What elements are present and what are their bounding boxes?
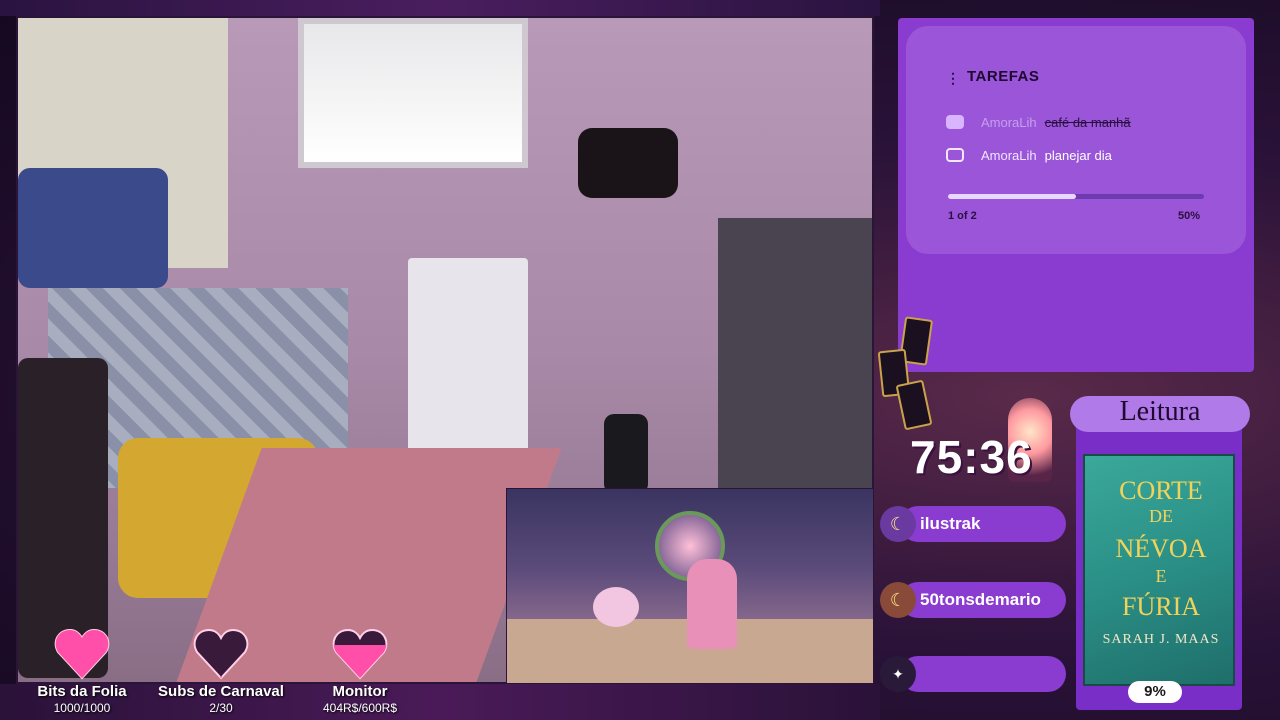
reading-progress-badge: 9%: [1128, 681, 1182, 703]
tarot-cards-icon: ✦: [880, 656, 916, 692]
book-author: SARAH J. MAAS: [1102, 632, 1220, 647]
overlay-top-border: [0, 0, 880, 16]
chat-username: 50tonsdemario: [920, 590, 1041, 609]
task-item[interactable]: AmoraLih planejar dia: [946, 145, 1112, 165]
reading-title: Leitura: [1119, 396, 1201, 427]
shelf-cart: [408, 258, 528, 458]
heart-fill: [333, 645, 387, 678]
tasks-progress-count: 1 of 2: [948, 210, 977, 222]
heart-goal-icon: [193, 628, 249, 680]
goal-label: Monitor: [332, 683, 388, 700]
plush-bunny: [593, 587, 639, 627]
task-text: café da manhã: [1044, 114, 1131, 130]
goal-label: Subs de Carnaval: [158, 683, 284, 700]
pillow-blue: [18, 168, 168, 288]
tasks-progress-fill: [948, 194, 1076, 199]
tasks-title: TAREFAS: [967, 68, 1040, 85]
book-title-line: DE: [1149, 506, 1173, 526]
microphone: [578, 128, 678, 198]
task-user: AmoraLih: [981, 147, 1037, 163]
checkbox-checked-icon[interactable]: [946, 115, 964, 129]
lofi-girl: [687, 559, 737, 649]
task-text: planejar dia: [1044, 147, 1112, 163]
speaker: [604, 414, 648, 494]
book-cover: CORTE DE NÉVOA E FÚRIA SARAH J. MAAS: [1083, 454, 1235, 686]
book-title-line: E: [1155, 566, 1167, 586]
coffee-moon-icon: ☾: [880, 582, 916, 618]
chat-pill: ✦: [880, 656, 1066, 692]
chat-pill: ☾ ilustrak: [880, 506, 1066, 542]
moon-icon: ☾: [880, 506, 916, 542]
task-user: AmoraLih: [981, 114, 1037, 130]
task-item[interactable]: AmoraLih café da manhã: [946, 112, 1131, 132]
goal-value: 1000/1000: [53, 701, 111, 715]
heart-goal-icon: [332, 628, 388, 680]
heart-goal-icon: [54, 628, 110, 680]
book-title-line: NÉVOA: [1115, 534, 1207, 563]
goal-label: Bits da Folia: [37, 683, 127, 700]
chat-pill: ☾ 50tonsdemario: [880, 582, 1066, 618]
heart-fill: [55, 630, 109, 678]
tasks-progress-percent: 50%: [1178, 210, 1201, 222]
drag-handle-icon[interactable]: ⋮: [946, 70, 960, 87]
focus-timer: 75:36: [910, 431, 1033, 483]
goal-value: 404R$/600R$: [322, 701, 398, 715]
goal-value: 2/30: [209, 701, 233, 715]
book-title-line: FÚRIA: [1121, 592, 1200, 621]
lofi-scene-inset: [506, 488, 874, 684]
checkbox-unchecked-icon[interactable]: [946, 148, 964, 162]
book-title-line: CORTE: [1119, 476, 1203, 505]
window: [298, 18, 528, 168]
